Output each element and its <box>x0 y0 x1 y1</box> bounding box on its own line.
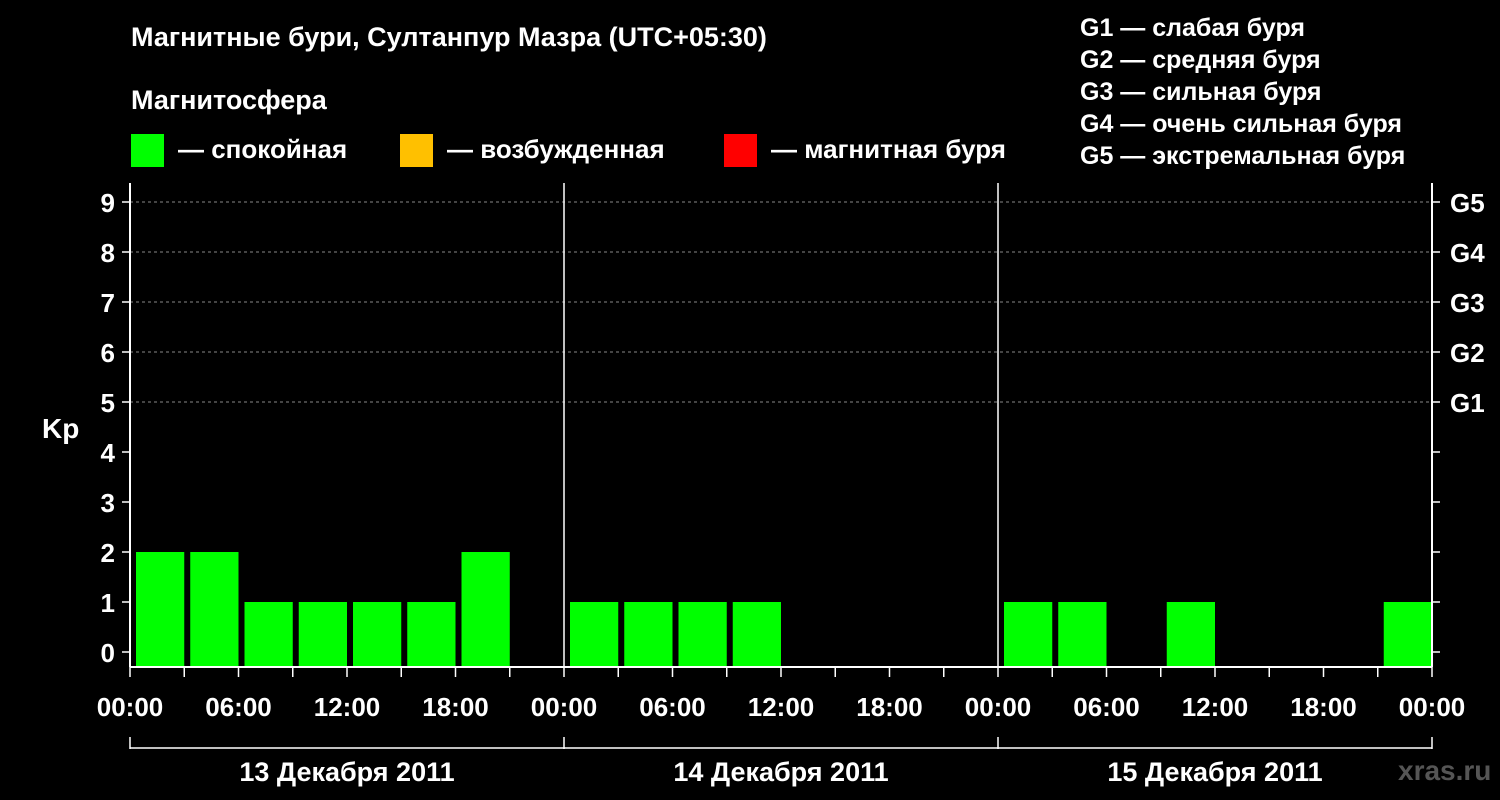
y-tick-label: 1 <box>101 588 115 618</box>
x-tick-label: 06:00 <box>1073 692 1140 722</box>
kp-bar <box>678 602 727 667</box>
kp-bar <box>1166 602 1215 667</box>
x-tick-label: 12:00 <box>1182 692 1249 722</box>
x-tick-label: 06:00 <box>205 692 272 722</box>
y-tick-label: 9 <box>101 188 115 218</box>
y-tick-label: 8 <box>101 238 115 268</box>
day-label: 13 Декабря 2011 <box>239 757 454 787</box>
kp-chart: 0 1 2 3 4 5 6 7 8 9 G1 G2 G3 G4 G5 Kp 00:00 06:00 12:00 18:… <box>42 183 1485 787</box>
y-tick-label: 0 <box>101 638 115 668</box>
x-tick-label: 06:00 <box>639 692 706 722</box>
day-label: 14 Декабря 2011 <box>673 757 888 787</box>
x-tick-label: 00:00 <box>97 692 164 722</box>
y-tick-label: 2 <box>101 538 115 568</box>
y-tick-label: 3 <box>101 488 115 518</box>
kp-bar <box>1058 602 1107 667</box>
right-axis-label-g4: G4 <box>1450 238 1485 268</box>
kp-bar <box>570 602 619 667</box>
x-tick-label: 00:00 <box>531 692 598 722</box>
kp-bar <box>190 552 239 667</box>
right-axis-label-g3: G3 <box>1450 288 1485 318</box>
kp-bar <box>407 602 456 667</box>
x-tick-label: 18:00 <box>856 692 923 722</box>
y-tick-label: 4 <box>101 438 116 468</box>
x-tick-label: 00:00 <box>1399 692 1466 722</box>
kp-bar <box>732 602 781 667</box>
y-tick-label: 5 <box>101 388 115 418</box>
right-axis-label-g5: G5 <box>1450 188 1485 218</box>
x-tick-label: 00:00 <box>965 692 1032 722</box>
kp-bar <box>1416 602 1428 667</box>
y-axis-label: Kp <box>42 413 79 444</box>
kp-bar <box>461 552 510 667</box>
y-tick-label: 7 <box>101 288 115 318</box>
kp-bar <box>298 602 347 667</box>
x-tick-label: 12:00 <box>314 692 381 722</box>
x-tick-label: 18:00 <box>422 692 489 722</box>
x-tick-label: 12:00 <box>748 692 815 722</box>
y-tick-label: 6 <box>101 338 115 368</box>
right-axis-label-g1: G1 <box>1450 388 1485 418</box>
day-label: 15 Декабря 2011 <box>1107 757 1322 787</box>
kp-bar <box>353 602 402 667</box>
x-tick-label: 18:00 <box>1290 692 1357 722</box>
kp-bar <box>244 602 293 667</box>
kp-bar <box>136 552 185 667</box>
right-axis-label-g2: G2 <box>1450 338 1485 368</box>
kp-bar <box>624 602 673 667</box>
kp-bar <box>1004 602 1053 667</box>
